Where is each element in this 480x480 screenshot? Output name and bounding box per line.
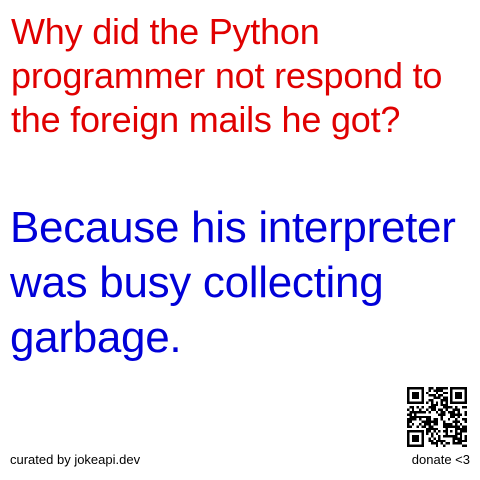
donate-link[interactable]: donate <3	[412, 452, 470, 468]
qr-code-icon[interactable]	[407, 387, 467, 447]
joke-setup: Why did the Python programmer not respon…	[11, 11, 443, 140]
curated-by-credit: curated by jokeapi.dev	[10, 452, 141, 467]
joke-delivery: Because his interpreter was busy collect…	[10, 203, 456, 362]
